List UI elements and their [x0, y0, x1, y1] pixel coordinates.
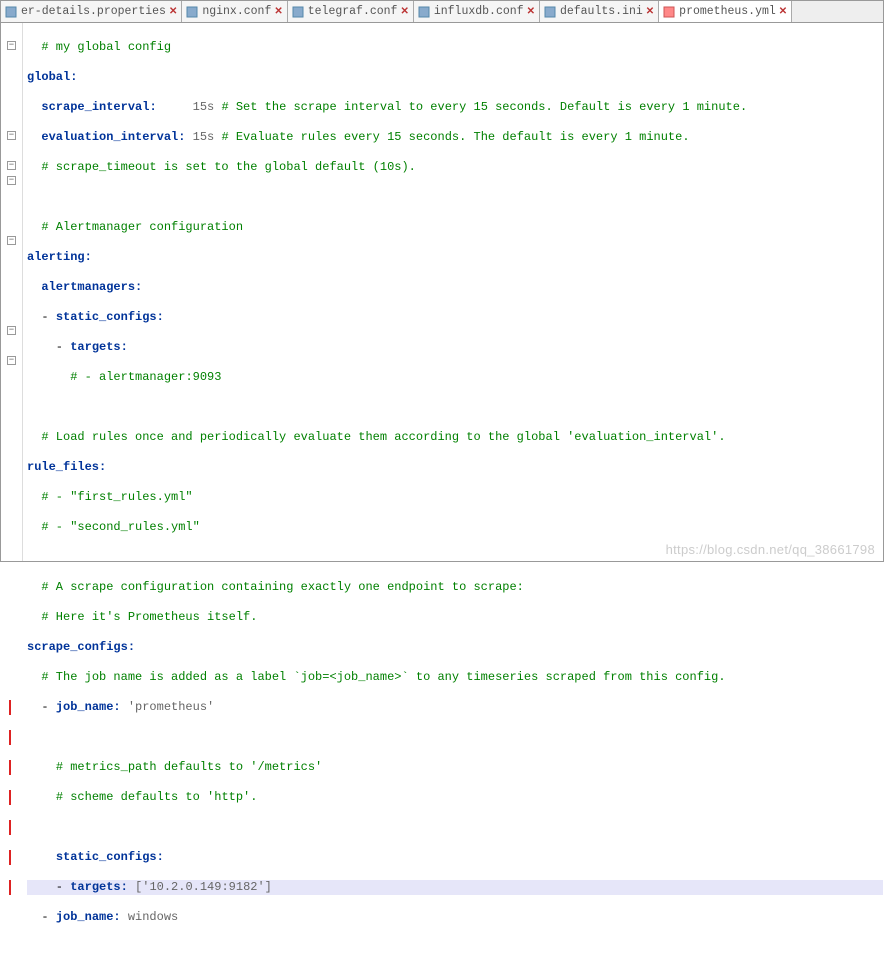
- close-icon[interactable]: ✕: [527, 6, 535, 18]
- tab-label: telegraf.conf: [308, 5, 398, 18]
- fold-toggle[interactable]: −: [7, 41, 16, 50]
- fold-toggle[interactable]: −: [7, 131, 16, 140]
- yaml-key: static_configs: [56, 850, 157, 864]
- file-icon: [544, 6, 556, 18]
- tab-label: prometheus.yml: [679, 5, 776, 18]
- close-icon[interactable]: ✕: [400, 6, 408, 18]
- code-comment: # A scrape configuration containing exac…: [41, 580, 523, 594]
- editor-area: − − − − − − − # my global config global:…: [1, 23, 883, 561]
- code-comment: # metrics_path defaults to '/metrics': [56, 760, 322, 774]
- yaml-key: evaluation_interval: [41, 130, 178, 144]
- code-comment: # - alertmanager:9093: [70, 370, 221, 384]
- fold-toggle[interactable]: −: [7, 176, 16, 185]
- file-icon: [5, 6, 17, 18]
- close-icon[interactable]: ✕: [274, 6, 282, 18]
- code-editor[interactable]: # my global config global: scrape_interv…: [23, 23, 883, 561]
- close-icon[interactable]: ✕: [779, 6, 787, 18]
- fold-toggle[interactable]: −: [7, 236, 16, 245]
- file-icon: [663, 6, 675, 18]
- tab-bar: er-details.properties✕ nginx.conf✕ teleg…: [1, 1, 883, 23]
- fold-toggle[interactable]: −: [7, 326, 16, 335]
- close-icon[interactable]: ✕: [646, 6, 654, 18]
- yaml-key: scrape_configs: [27, 640, 128, 654]
- yaml-key: global: [27, 70, 70, 84]
- file-icon: [418, 6, 430, 18]
- yaml-key: job_name: [56, 910, 114, 924]
- fold-toggle[interactable]: −: [7, 161, 16, 170]
- code-comment: # The job name is added as a label `job=…: [41, 670, 725, 684]
- tab-label: defaults.ini: [560, 5, 643, 18]
- yaml-key: job_name: [56, 700, 114, 714]
- code-comment: # - "second_rules.yml": [41, 520, 199, 534]
- tab-file[interactable]: nginx.conf✕: [182, 1, 287, 22]
- code-comment: # Here it's Prometheus itself.: [41, 610, 257, 624]
- yaml-key: targets: [70, 340, 120, 354]
- yaml-key: targets: [70, 880, 120, 894]
- watermark: https://blog.csdn.net/qq_38661798: [666, 542, 875, 557]
- close-icon[interactable]: ✕: [169, 6, 177, 18]
- yaml-key: alertmanagers: [41, 280, 135, 294]
- file-icon: [292, 6, 304, 18]
- tab-label: nginx.conf: [202, 5, 271, 18]
- code-comment: # scheme defaults to 'http'.: [56, 790, 258, 804]
- code-comment: # - "first_rules.yml": [41, 490, 192, 504]
- tab-file[interactable]: influxdb.conf✕: [414, 1, 540, 22]
- tab-file[interactable]: telegraf.conf✕: [288, 1, 414, 22]
- yaml-key: scrape_interval: [41, 100, 149, 114]
- yaml-key: static_configs: [56, 310, 157, 324]
- tab-file[interactable]: er-details.properties✕: [1, 1, 182, 22]
- tab-file-active[interactable]: prometheus.yml✕: [659, 1, 792, 22]
- fold-toggle[interactable]: −: [7, 356, 16, 365]
- code-comment: # my global config: [41, 40, 171, 54]
- yaml-key: alerting: [27, 250, 85, 264]
- fold-gutter: − − − − − − −: [1, 23, 23, 561]
- tab-label: er-details.properties: [21, 5, 166, 18]
- code-comment: # scrape_timeout is set to the global de…: [41, 160, 415, 174]
- code-comment: # Alertmanager configuration: [41, 220, 243, 234]
- file-icon: [186, 6, 198, 18]
- yaml-key: rule_files: [27, 460, 99, 474]
- code-comment: # Load rules once and periodically evalu…: [41, 430, 725, 444]
- tab-label: influxdb.conf: [434, 5, 524, 18]
- tab-file[interactable]: defaults.ini✕: [540, 1, 659, 22]
